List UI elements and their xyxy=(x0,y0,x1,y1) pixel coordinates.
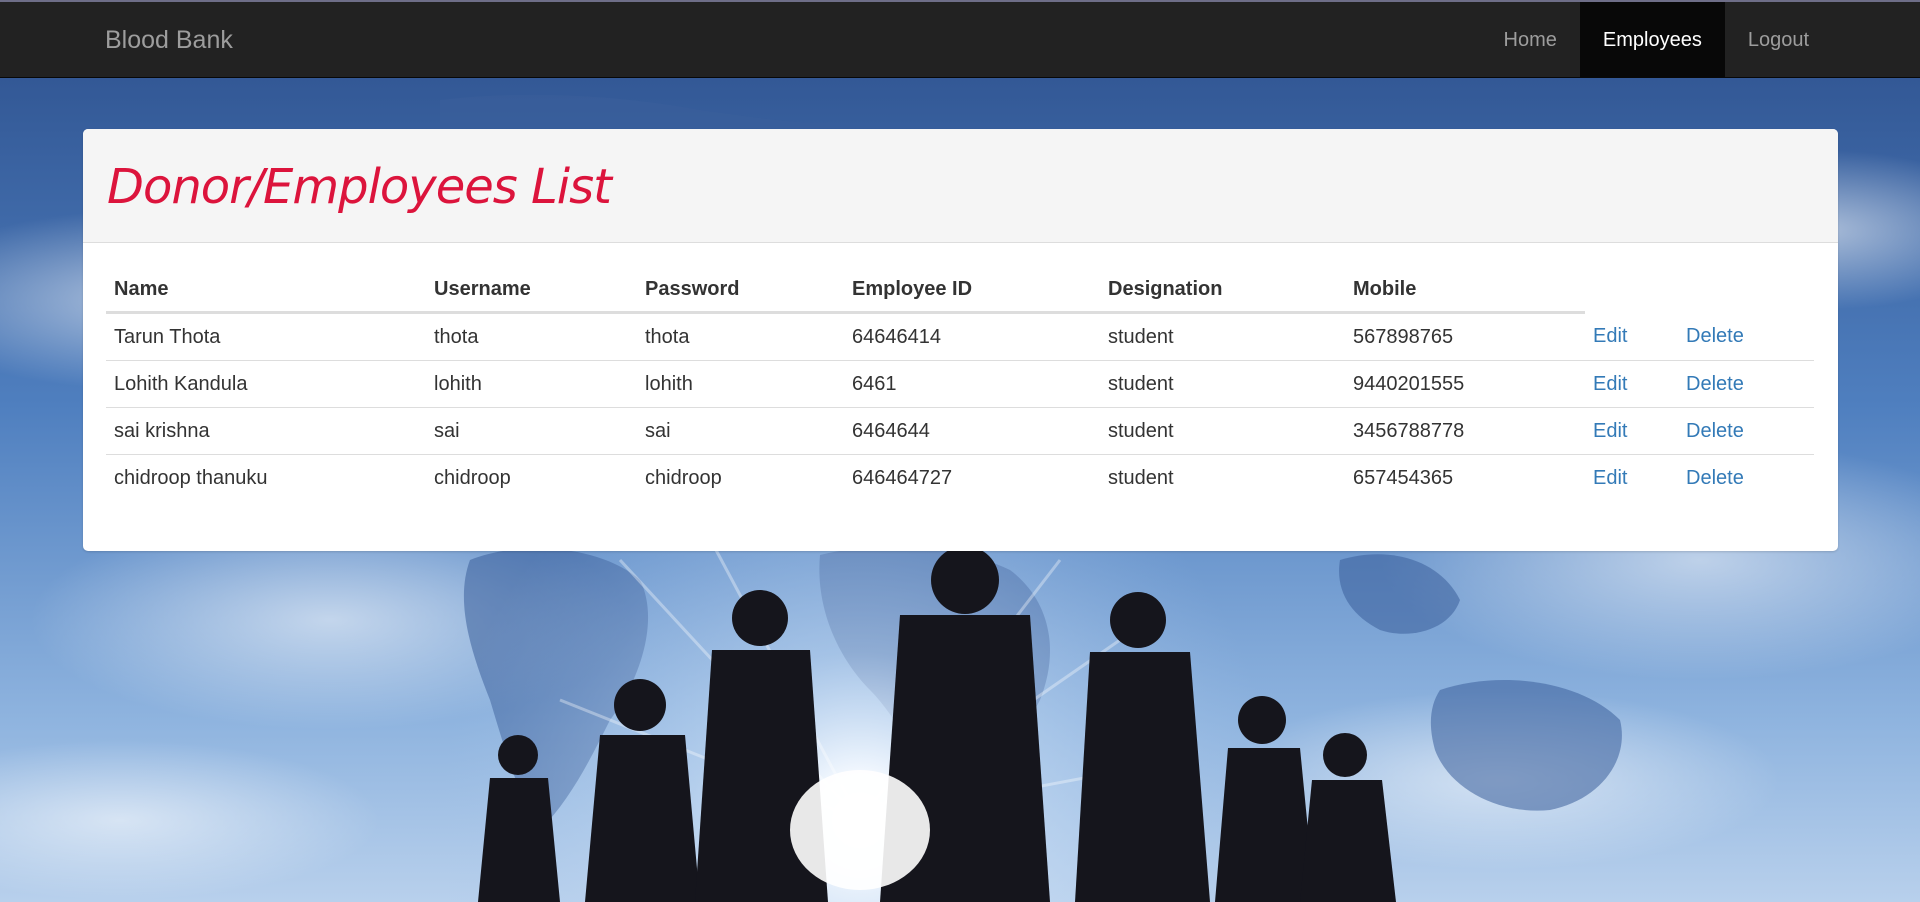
cell-edit: Edit xyxy=(1585,360,1678,408)
edit-link[interactable]: Edit xyxy=(1593,420,1627,442)
cell-username: chidroop xyxy=(434,466,511,489)
cell-employee-id: 6464644 xyxy=(844,407,1100,455)
employees-panel: Donor/Employees List Name Username Passw… xyxy=(83,129,1838,551)
cell-password: sai xyxy=(637,407,844,455)
cell-employee-id: 64646414 xyxy=(844,312,1100,361)
cell-delete: Delete xyxy=(1678,360,1814,408)
cell-name: Tarun Thota xyxy=(106,312,426,361)
cell-designation: student xyxy=(1100,312,1345,361)
cell-password: chidroop xyxy=(645,466,722,489)
cell-designation: student xyxy=(1100,360,1345,408)
cell-designation: student xyxy=(1108,466,1174,489)
cell-username: thota xyxy=(426,312,637,361)
cell-name: chidroop thanuku xyxy=(114,466,268,489)
cell-designation: student xyxy=(1100,407,1345,455)
cell-edit: Edit xyxy=(1585,407,1678,455)
edit-link[interactable]: Edit xyxy=(1593,373,1627,395)
column-header-username: Username xyxy=(426,267,637,314)
cell-delete: Delete xyxy=(1678,312,1814,361)
cell-name: Lohith Kandula xyxy=(106,360,426,408)
nav-employees-link[interactable]: Employees xyxy=(1579,2,1725,78)
nav-home-link[interactable]: Home xyxy=(1481,2,1580,78)
delete-link[interactable]: Delete xyxy=(1686,325,1744,347)
cell-delete: Delete xyxy=(1678,407,1814,455)
column-header-name: Name xyxy=(106,267,426,314)
table-header-row: Name Username Password Employee ID Desig… xyxy=(106,267,1814,314)
delete-link[interactable]: Delete xyxy=(1686,467,1744,489)
table-row: sai krishna sai sai 6464644 student 3456… xyxy=(106,407,1814,455)
cell-password: lohith xyxy=(637,360,844,408)
table-row: chidroop thanuku chidroop chidroop 64646… xyxy=(106,455,1814,502)
nav-links: Home Employees Logout xyxy=(1481,2,1832,78)
top-navbar: Blood Bank Home Employees Logout xyxy=(0,0,1920,78)
cell-password: thota xyxy=(637,312,844,361)
column-header-designation: Designation xyxy=(1100,267,1345,314)
table-row: Lohith Kandula lohith lohith 6461 studen… xyxy=(106,360,1814,408)
cell-employee-id: 646464727 xyxy=(852,466,953,489)
column-header-employee-id: Employee ID xyxy=(844,267,1100,314)
cell-mobile: 3456788778 xyxy=(1345,407,1585,455)
panel-body: Name Username Password Employee ID Desig… xyxy=(83,267,1838,501)
table-row: Tarun Thota thota thota 64646414 student… xyxy=(106,312,1814,361)
cell-delete: Delete xyxy=(1678,455,1814,502)
edit-link[interactable]: Edit xyxy=(1593,467,1627,489)
nav-logout-link[interactable]: Logout xyxy=(1725,2,1832,78)
column-header-delete-action xyxy=(1678,267,1814,313)
cell-mobile: 9440201555 xyxy=(1345,360,1585,408)
column-header-mobile: Mobile xyxy=(1345,267,1585,314)
column-header-password: Password xyxy=(637,267,844,314)
cell-name: sai krishna xyxy=(106,407,426,455)
edit-link[interactable]: Edit xyxy=(1593,325,1627,347)
panel-heading: Donor/Employees List xyxy=(83,129,1838,243)
employees-table: Name Username Password Employee ID Desig… xyxy=(106,267,1814,501)
cell-mobile: 567898765 xyxy=(1345,312,1585,361)
brand-link[interactable]: Blood Bank xyxy=(105,2,233,78)
cell-mobile: 657454365 xyxy=(1353,466,1454,489)
page-title: Donor/Employees List xyxy=(107,159,612,215)
cell-employee-id: 6461 xyxy=(844,360,1100,408)
cell-edit: Edit xyxy=(1585,312,1678,361)
column-header-edit-action xyxy=(1585,267,1678,313)
delete-link[interactable]: Delete xyxy=(1686,373,1744,395)
cell-username: sai xyxy=(426,407,637,455)
delete-link[interactable]: Delete xyxy=(1686,420,1744,442)
cell-edit: Edit xyxy=(1585,455,1678,502)
cell-username: lohith xyxy=(426,360,637,408)
